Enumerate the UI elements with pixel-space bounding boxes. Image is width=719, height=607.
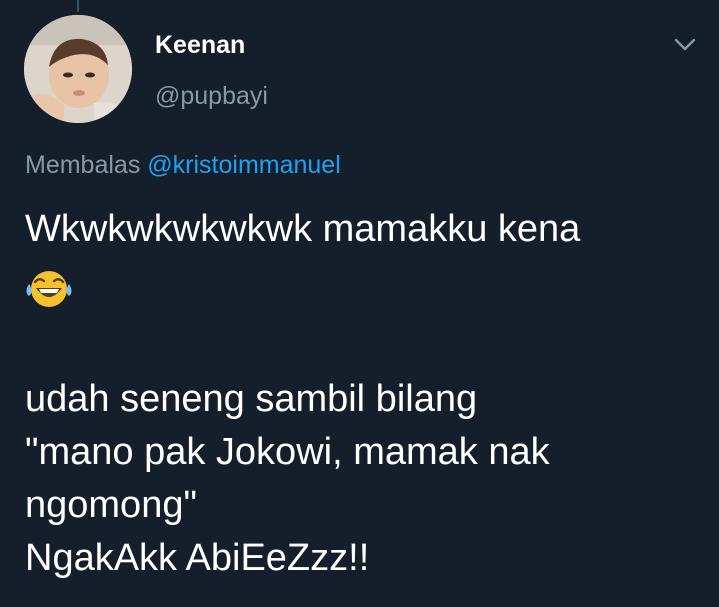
author-display-name[interactable]: Keenan [155,30,245,60]
face-with-tears-of-joy-icon [25,268,73,308]
baby-photo-avatar [24,15,132,123]
tweet-text-line-4: ngomong" [25,484,197,526]
tweet-text-line-5: NgakAkk AbiEeZzz!! [25,537,370,579]
tweet-text-line-2: udah seneng sambil bilang [25,378,478,420]
chevron-down-icon [674,38,696,51]
avatar[interactable] [24,15,132,123]
author-handle[interactable]: @pupbayi [155,81,268,111]
reply-context: Membalas @kristoimmanuel [25,148,341,182]
reply-context-prefix: Membalas [25,151,141,179]
tweet-menu-button[interactable] [670,30,700,60]
thread-connector-line [77,0,79,12]
tweet-text-line-1: Wkwkwkwkwkwk mamakku kena [25,208,581,250]
reply-mention-link[interactable]: @kristoimmanuel [147,151,340,179]
tweet-text-line-3: "mano pak Jokowi, mamak nak [25,431,550,473]
